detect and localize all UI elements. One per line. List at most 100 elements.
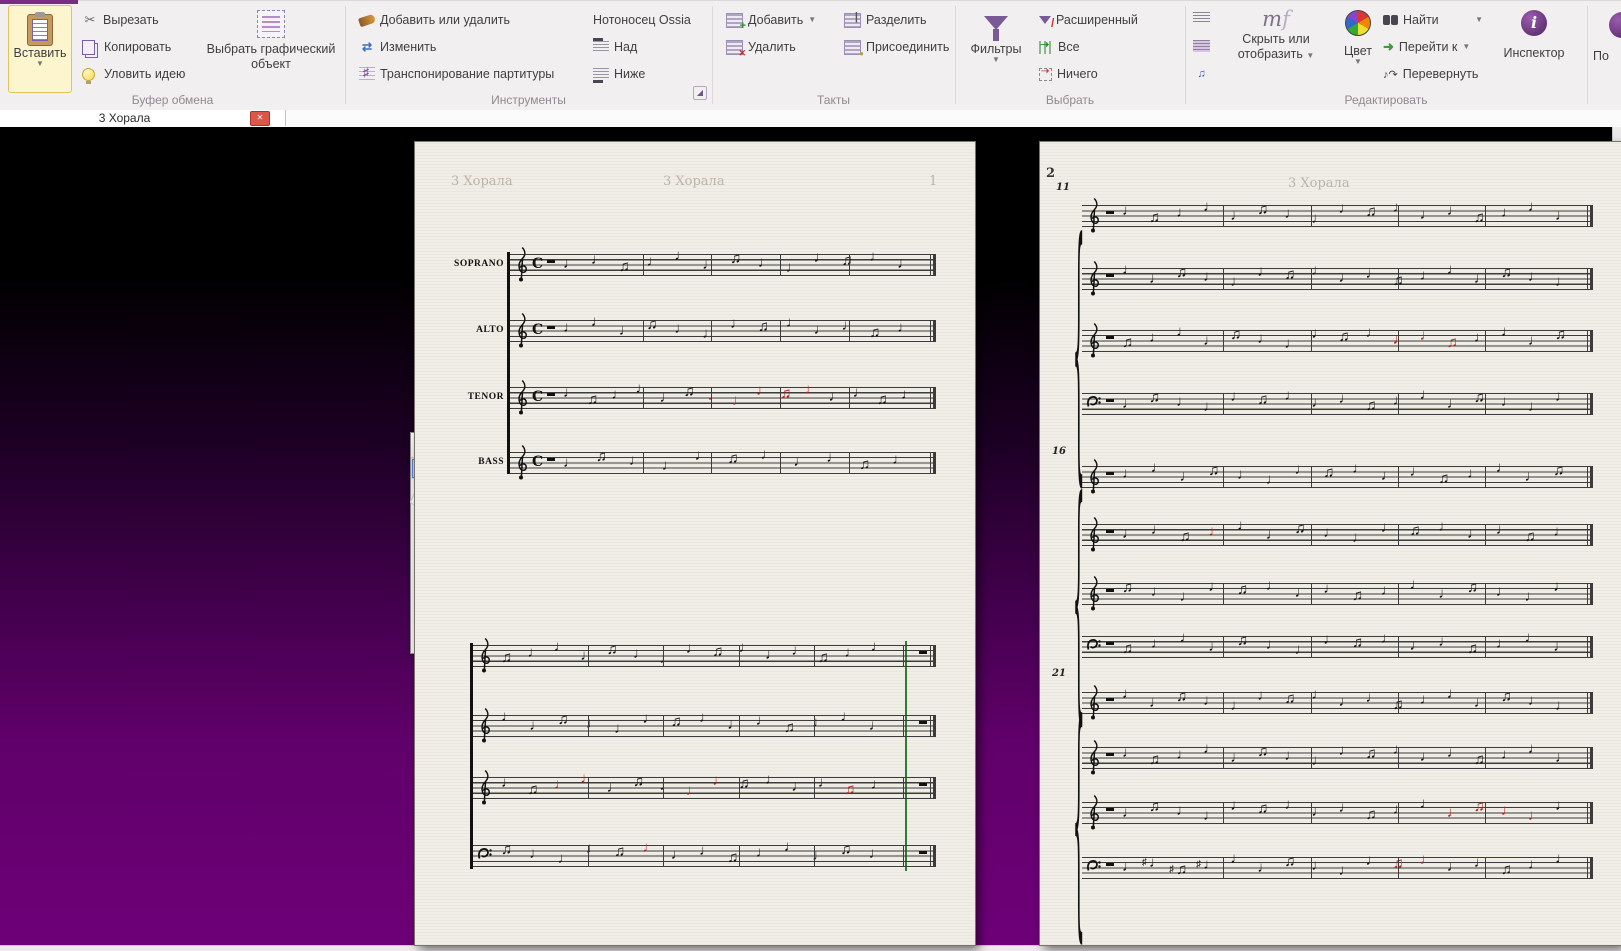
staff-1-6[interactable]: ♩ ♩ ♫ ♩ ♩ ♩ ♫ ♩ ♩ ♩ ♫ ♩ ♩ ♩ xyxy=(473,707,936,743)
color-button[interactable]: Цвет ▼ xyxy=(1333,5,1383,93)
note[interactable]: ♩ xyxy=(1381,468,1396,483)
note[interactable]: ♩ xyxy=(1311,753,1326,768)
sharp-sign[interactable]: ♯ xyxy=(1142,857,1147,868)
note[interactable]: ♫ xyxy=(1122,580,1133,595)
note[interactable]: ♩ xyxy=(1203,741,1218,756)
note[interactable]: ♫ xyxy=(501,650,512,665)
note[interactable]: ♩ xyxy=(760,447,775,462)
whole-rest[interactable] xyxy=(547,260,555,263)
staff-2-3[interactable]: ♫ ♩ ♩ ♩ ♫ ♩ ♩ ♩ ♫ ♩ ♩ ♩ ♫ ♩ ♩ ♩ ♫ xyxy=(1082,322,1593,358)
note[interactable]: ♩ xyxy=(1176,324,1191,339)
note[interactable]: ♩ xyxy=(1501,747,1516,762)
note[interactable]: ♩ xyxy=(814,322,829,337)
note[interactable]: ♩ xyxy=(629,453,644,468)
note[interactable]: ♫ xyxy=(614,844,625,859)
note[interactable]: ♫ xyxy=(1501,689,1512,704)
note[interactable]: ♩ xyxy=(1151,584,1166,599)
note[interactable]: ♩ xyxy=(1122,203,1137,218)
note[interactable]: ♫ xyxy=(1257,744,1268,759)
note[interactable]: ♩ xyxy=(1257,264,1272,279)
note[interactable]: ♩ xyxy=(1122,526,1137,541)
note[interactable]: ♩ xyxy=(1555,208,1570,223)
note[interactable]: ♩ xyxy=(1266,472,1281,487)
note[interactable]: ♫ xyxy=(1284,691,1295,706)
note[interactable]: ♫ xyxy=(877,392,888,407)
join-bar-button[interactable]: Присоединить xyxy=(844,35,949,59)
note[interactable]: ♩ xyxy=(869,718,884,733)
note[interactable]: ♩ xyxy=(1230,851,1245,866)
note[interactable]: ♩ xyxy=(674,248,689,263)
whole-rest[interactable] xyxy=(1106,530,1114,533)
note[interactable]: ♩ xyxy=(591,252,606,267)
staff-2-9[interactable]: ♩♩♫♩♩♩♫♩♩♩♫♩♩♩♫♩♩ xyxy=(1082,684,1593,720)
note[interactable]: ♩ xyxy=(1311,395,1326,410)
horizontal-scrollbar[interactable] xyxy=(0,945,1621,951)
note[interactable]: ♫ xyxy=(1208,463,1219,478)
whole-rest[interactable] xyxy=(1106,399,1114,402)
note[interactable]: ♩ xyxy=(1203,857,1218,872)
note[interactable]: ♫ xyxy=(739,776,750,791)
note[interactable]: ♩ xyxy=(1528,808,1543,823)
staff-2-8[interactable]: ♫ ♩ ♩ ♩ ♫ ♩ ♩ ♩ ♫ ♩ ♩ ♩ ♫ ♩ ♩ ♩ xyxy=(1082,630,1593,658)
note[interactable]: ♩ xyxy=(1284,388,1299,403)
staff-2-5[interactable]: ♩ ♩ ♩ ♫ ♩ ♩ ♩ ♫ ♩ ♩ ♩ ♫ ♩ ♩ ♩ ♫ xyxy=(1082,458,1593,494)
note[interactable]: ♩ xyxy=(702,326,717,341)
note[interactable]: ♩ xyxy=(1447,396,1462,411)
note[interactable]: ♩ xyxy=(1176,803,1191,818)
note[interactable]: ♩ xyxy=(554,639,569,654)
note[interactable]: ♫ xyxy=(501,842,512,857)
note[interactable]: ♩ xyxy=(871,639,886,654)
note[interactable]: ♫ xyxy=(1323,465,1334,480)
time-signature[interactable]: C xyxy=(532,454,543,470)
note[interactable]: ♩ xyxy=(563,455,578,470)
note[interactable]: ♩ xyxy=(1338,694,1353,709)
note[interactable]: ♩ xyxy=(708,388,723,403)
note[interactable]: ♩ xyxy=(1496,584,1511,599)
note[interactable]: ♩ xyxy=(1180,469,1195,484)
note[interactable]: ♩ xyxy=(1122,805,1137,820)
note[interactable]: ♩ xyxy=(1284,797,1299,812)
note[interactable]: ♩ xyxy=(619,323,634,338)
whole-rest[interactable] xyxy=(1106,642,1114,645)
note[interactable]: ♩ xyxy=(1323,581,1338,596)
note[interactable]: ♫ xyxy=(684,384,695,399)
ossia-above-button[interactable]: Над xyxy=(593,35,637,59)
note[interactable]: ♩ xyxy=(1208,524,1223,539)
note[interactable]: ♩ xyxy=(840,709,855,724)
note[interactable]: ♩ xyxy=(1555,798,1570,813)
note[interactable]: ♫ xyxy=(1366,398,1377,413)
note[interactable]: ♩ xyxy=(1381,583,1396,598)
note[interactable]: ♫ xyxy=(1149,799,1160,814)
note[interactable]: ♫ xyxy=(844,782,855,797)
select-system-passage-button[interactable] xyxy=(1193,6,1210,30)
note[interactable]: ♩ xyxy=(1496,460,1511,475)
note[interactable]: ♫ xyxy=(1180,529,1191,544)
note[interactable]: ♫ xyxy=(527,782,538,797)
note[interactable]: ♫ xyxy=(1447,335,1458,350)
note[interactable]: ♩ xyxy=(1420,692,1435,707)
note[interactable]: ♩ xyxy=(869,249,884,264)
capture-idea-button[interactable]: Уловить идею xyxy=(82,62,185,86)
find-button[interactable]: Найти ▼ xyxy=(1383,8,1483,32)
note[interactable]: ♩ xyxy=(1338,743,1353,758)
note[interactable]: ♫ xyxy=(869,325,880,340)
note[interactable]: ♩ xyxy=(828,389,843,404)
note[interactable]: ♩ xyxy=(501,709,516,724)
note[interactable]: ♩ xyxy=(659,778,674,793)
note[interactable]: ♩ xyxy=(730,316,745,331)
note[interactable]: ♩ xyxy=(1381,520,1396,535)
note[interactable]: ♩ xyxy=(1410,577,1425,592)
note[interactable]: ♩ xyxy=(659,651,674,666)
whole-rest[interactable] xyxy=(1106,863,1114,866)
note[interactable]: ♩ xyxy=(660,390,675,405)
note[interactable]: ♫ xyxy=(1366,204,1377,219)
time-signature[interactable]: C xyxy=(532,256,543,272)
note[interactable]: ♩ xyxy=(1393,393,1408,408)
note[interactable]: ♩ xyxy=(1295,462,1310,477)
note[interactable]: ♩ xyxy=(1420,796,1435,811)
note[interactable]: ♩ xyxy=(1555,389,1570,404)
note[interactable]: ♩ xyxy=(1501,324,1516,339)
staff-label[interactable]: ALTO xyxy=(422,325,504,335)
note[interactable]: ♫ xyxy=(1230,327,1241,342)
note[interactable]: ♫ xyxy=(1237,633,1248,648)
